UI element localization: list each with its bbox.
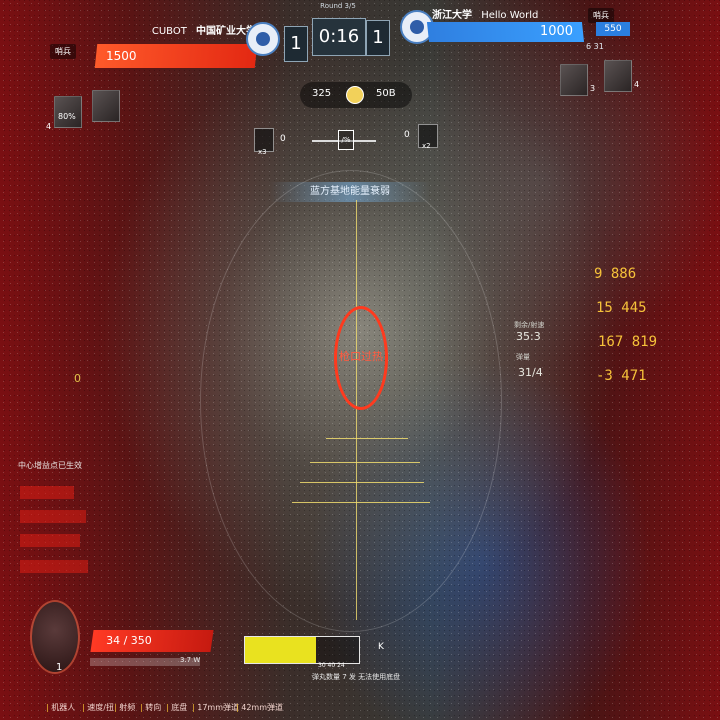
right-score: 1 bbox=[366, 20, 390, 56]
heat-gauge-k: K bbox=[378, 642, 384, 652]
resource-panel: 325 50B bbox=[300, 82, 412, 108]
right-role-tag: 哨兵 bbox=[588, 8, 614, 23]
right-value-badge: 550 bbox=[596, 22, 630, 36]
readout-value-4: -3 471 bbox=[596, 368, 647, 384]
bottom-status-speed: 速度/扭 bbox=[82, 702, 114, 713]
bottom-status-chassis: 底盘 bbox=[166, 702, 187, 713]
right-buff-value: 0 bbox=[404, 130, 410, 140]
bottom-status-robot: 机器人 bbox=[46, 702, 75, 713]
readout-label-1: 剩余/射速 bbox=[514, 321, 545, 329]
coin-icon bbox=[346, 86, 364, 104]
robot-hp: 34 / 350 bbox=[106, 634, 152, 647]
left-buff-value: 0 bbox=[280, 134, 286, 144]
right-robot-portrait-a-icon bbox=[560, 64, 588, 96]
robot-level: 1 bbox=[56, 662, 63, 673]
right-robot-portrait-b-icon bbox=[604, 60, 632, 92]
right-team-name: 浙江大学 bbox=[432, 10, 472, 21]
right-team-label: 浙江大学 Hello World bbox=[432, 6, 582, 21]
right-team-hp: 1000 bbox=[539, 24, 573, 39]
message-item bbox=[20, 486, 74, 499]
message-item bbox=[20, 560, 88, 573]
left-team-label: CUBOT 中国矿业大学 bbox=[96, 22, 256, 37]
crosshair-vertical-line bbox=[356, 200, 357, 620]
bottom-status-firerate: 射频 bbox=[114, 702, 135, 713]
heat-gauge-fill bbox=[245, 637, 316, 663]
left-score: 1 bbox=[284, 26, 308, 62]
game-viewport: 哨兵 CUBOT 中国矿业大学 1500 1 Round 3/5 0:16 1 … bbox=[0, 0, 720, 720]
round-indicator: Round 3/5 bbox=[320, 2, 356, 10]
left-team-hp-bar: 1500 bbox=[94, 44, 258, 68]
readout-value-2: 15 445 bbox=[596, 300, 647, 316]
left-unit-value: 80% bbox=[58, 112, 76, 121]
bottom-status-turn: 转向 bbox=[140, 702, 161, 713]
readout-label-2: 弹量 bbox=[516, 353, 530, 361]
match-timer: 0:16 bbox=[312, 18, 366, 56]
readout-value-1: 9 886 bbox=[594, 266, 637, 282]
heat-gauge bbox=[244, 636, 360, 664]
bottom-status-17mm: 17mm弹道 bbox=[192, 702, 239, 713]
heat-gauge-ticks: 30 40 24 bbox=[318, 662, 345, 669]
message-header: 中心增益点已生效 bbox=[18, 461, 82, 470]
tug-slider: x3 0 /% 0 x2 bbox=[254, 124, 438, 156]
left-role-tag: 哨兵 bbox=[50, 44, 76, 59]
right-unit-a: 3 bbox=[590, 84, 596, 93]
left-team-hp: 1500 bbox=[106, 49, 137, 63]
right-team-tag: Hello World bbox=[481, 10, 539, 21]
left-team-tag: CUBOT bbox=[151, 26, 187, 37]
bottom-status-42mm: 42mm弹道 bbox=[236, 702, 283, 713]
left-robot-portrait-icon bbox=[92, 90, 120, 122]
range-tick-4 bbox=[292, 502, 430, 503]
robot-power-bar: 3.7 W bbox=[90, 656, 201, 666]
message-item bbox=[20, 534, 80, 547]
message-item bbox=[20, 510, 86, 523]
range-tick-3 bbox=[300, 482, 424, 483]
right-team-hp-bar: 1000 bbox=[426, 22, 585, 42]
right-buff-mult: x2 bbox=[422, 142, 431, 150]
range-tick-2 bbox=[310, 462, 420, 463]
robot-hp-bar: 34 / 350 bbox=[90, 630, 214, 652]
slider-knob: /% bbox=[338, 130, 354, 150]
resource-left: 325 bbox=[312, 88, 332, 99]
overheat-warning: 枪口过热 bbox=[339, 350, 383, 363]
robot-power: 3.7 W bbox=[180, 656, 201, 664]
right-unit-b: 4 bbox=[634, 80, 640, 89]
left-buff-mult: x3 bbox=[258, 148, 267, 156]
left-unit-level: 4 bbox=[46, 122, 52, 131]
readout-value-3: 167 819 bbox=[598, 334, 658, 350]
bottom-info-text: 弹丸数量 7 发 无法使用底盘 bbox=[312, 673, 401, 681]
robot-avatar-icon bbox=[30, 600, 80, 674]
resource-right: 50B bbox=[376, 88, 396, 99]
right-stat-text: 6 31 bbox=[586, 42, 604, 51]
readout-sub-2: 31/4 bbox=[518, 366, 543, 379]
readout-sub-1: 35:3 bbox=[516, 330, 541, 343]
left-university-emblem-icon bbox=[246, 22, 280, 56]
range-tick-1 bbox=[326, 438, 408, 439]
left-side-marker: 0 bbox=[74, 372, 81, 385]
